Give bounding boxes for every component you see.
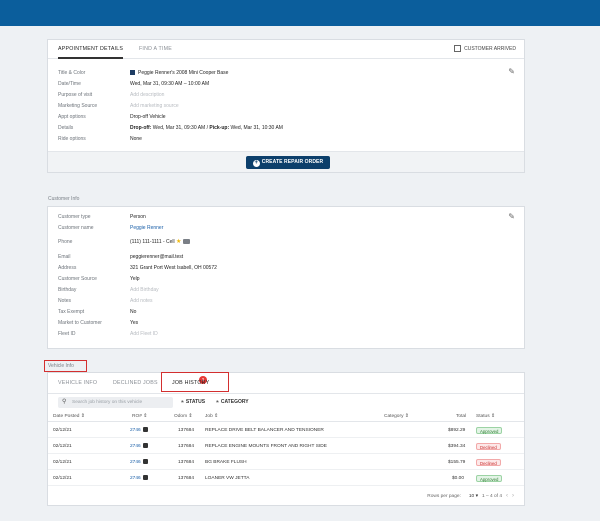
- vehicle-info-highlight: [44, 360, 87, 372]
- tab-appointment-details[interactable]: APPOINTMENT DETAILS: [58, 40, 124, 59]
- row-value[interactable]: Yes: [130, 319, 138, 328]
- row-value[interactable]: Person: [130, 213, 146, 222]
- col-job[interactable]: Job ⇕: [205, 411, 218, 422]
- job-history-highlight: [161, 372, 229, 392]
- message-icon[interactable]: [183, 239, 191, 244]
- row-value[interactable]: Yelp: [130, 275, 140, 284]
- appointment-card: APPOINTMENT DETAILS FIND A TIME CUSTOMER…: [47, 39, 525, 173]
- row-value[interactable]: (111) 111-1111 - Cell ★: [130, 238, 191, 247]
- row-label: Fleet ID: [58, 331, 76, 337]
- table-row[interactable]: 02/12/21 2746 137684 BG BRAKE FLUSH $155…: [48, 455, 524, 470]
- status-badge: Declined: [476, 443, 501, 450]
- search-icon: ⚲: [62, 399, 67, 405]
- row-value[interactable]: Peggie Renner's 2008 Mini Cooper Base: [130, 69, 228, 78]
- status-badge: Approved: [476, 427, 503, 434]
- row-label: Purpose of visit: [58, 92, 93, 98]
- table-pagination: Rows per page: 10 ▾ 1 – 4 of 4 ‹ ›: [423, 493, 514, 499]
- row-label: Birthday: [58, 287, 77, 293]
- table-row[interactable]: 02/12/21 2746 137684 REPLACE DRIVE BELT …: [48, 423, 524, 438]
- col-date-posted[interactable]: Date Posted ⇕: [53, 411, 85, 422]
- repair-order-icon: [142, 475, 148, 480]
- edit-customer-pencil-icon[interactable]: ✎: [508, 212, 515, 221]
- customer-name-link[interactable]: Peggie Renner: [130, 224, 163, 233]
- table-row[interactable]: 02/12/21 2746 137684 LOANER VW JETTA $0.…: [48, 471, 524, 486]
- plus-icon: +: [252, 160, 260, 167]
- col-total: Total: [456, 414, 467, 419]
- appointment-tabs: APPOINTMENT DETAILS FIND A TIME CUSTOMER…: [48, 40, 524, 59]
- rows-per-page-label: Rows per page:: [427, 493, 461, 499]
- tab-find-a-time[interactable]: FIND A TIME: [139, 40, 172, 59]
- filter-icon: ⩡: [216, 399, 219, 405]
- row-label: Title & Color: [58, 70, 86, 76]
- customer-card: ✎ Customer type Person Customer name Peg…: [47, 206, 525, 349]
- row-label: Ride options: [58, 136, 86, 142]
- status-filter-button[interactable]: ⩡ STATUS: [181, 397, 205, 408]
- filter-icon: ⩡: [181, 399, 184, 405]
- row-label: Customer Source: [58, 276, 97, 282]
- row-label: Phone: [58, 239, 73, 245]
- customer-arrived-checkbox[interactable]: CUSTOMER ARRIVED: [454, 45, 516, 52]
- status-badge: Approved: [476, 475, 503, 482]
- col-category[interactable]: Category ⇕: [384, 411, 409, 422]
- color-swatch-icon: [130, 70, 135, 75]
- create-repair-order-button[interactable]: + CREATE REPAIR ORDER: [246, 156, 330, 169]
- next-page-chevron-icon[interactable]: ›: [512, 493, 514, 499]
- top-app-bar: [0, 0, 600, 26]
- row-label: Appt options: [58, 114, 86, 120]
- row-value[interactable]: None: [130, 135, 142, 144]
- vehicle-card: VEHICLE INFO DECLINED JOBS 2 JOB HISTORY…: [47, 372, 525, 506]
- customer-info-title: Customer Info: [48, 196, 80, 202]
- row-label: Customer type: [58, 214, 91, 220]
- row-label: Details: [58, 125, 74, 131]
- col-ro[interactable]: RO# ⇕: [132, 411, 147, 422]
- col-status[interactable]: Status ⇕: [476, 411, 495, 422]
- repair-order-icon: [142, 443, 148, 448]
- row-label: Customer name: [58, 225, 94, 231]
- row-value[interactable]: Wed, Mar 31, 09:30 AM – 10:00 AM: [130, 80, 209, 89]
- row-label: Notes: [58, 298, 72, 304]
- row-label: Address: [58, 265, 77, 271]
- tab-declined-jobs[interactable]: DECLINED JOBS: [113, 373, 158, 394]
- row-label: Date/Time: [58, 81, 81, 87]
- prev-page-chevron-icon[interactable]: ‹: [506, 493, 508, 499]
- job-history-search-input[interactable]: ⚲ Search job history on this vehicle: [58, 397, 173, 408]
- row-value[interactable]: 321 Grant Port West Isabell, OH 00572: [130, 264, 217, 273]
- row-label: Market to Customer: [58, 320, 102, 326]
- rows-per-page-select[interactable]: 10 ▾: [465, 494, 478, 499]
- add-notes-field[interactable]: Add notes: [130, 297, 153, 306]
- row-value: Drop-off: Wed, Mar 31, 09:30 AM / Pick-u…: [130, 125, 283, 131]
- table-row[interactable]: 02/12/21 2746 137684 REPLACE ENGINE MOUN…: [48, 439, 524, 454]
- add-fleet-id-field[interactable]: Add Fleet ID: [130, 330, 158, 339]
- repair-order-icon: [142, 427, 148, 432]
- add-birthday-field[interactable]: Add Birthday: [130, 286, 159, 295]
- vehicle-tabs: VEHICLE INFO DECLINED JOBS 2 JOB HISTORY: [48, 373, 524, 394]
- row-label: Tax Exempt: [58, 309, 85, 315]
- category-filter-button[interactable]: ⩡ CATEGORY: [216, 397, 249, 408]
- job-history-table-header: Date Posted ⇕ RO# ⇕ Odom ⇕ Job ⇕ Categor…: [48, 411, 524, 422]
- row-value[interactable]: No: [130, 308, 136, 317]
- row-value[interactable]: Drop-off Vehicle: [130, 113, 165, 122]
- status-badge: Declined: [476, 459, 501, 466]
- pagination-range: 1 – 4 of 4: [481, 493, 502, 499]
- star-icon[interactable]: ★: [176, 239, 181, 245]
- add-description-field[interactable]: Add description: [130, 91, 164, 100]
- checkbox-icon[interactable]: [454, 45, 462, 52]
- col-odom[interactable]: Odom ⇕: [174, 411, 192, 422]
- tab-vehicle-info[interactable]: VEHICLE INFO: [58, 373, 97, 394]
- appointment-footer: + CREATE REPAIR ORDER: [48, 151, 524, 172]
- row-label: Marketing Source: [58, 103, 98, 109]
- customer-arrived-label: CUSTOMER ARRIVED: [464, 45, 516, 52]
- edit-appointment-pencil-icon[interactable]: ✎: [508, 67, 515, 76]
- row-value[interactable]: peggierenner@mail.test: [130, 253, 183, 262]
- row-label: Email: [58, 254, 71, 260]
- repair-order-icon: [142, 459, 148, 464]
- add-marketing-source-field[interactable]: Add marketing source: [130, 102, 179, 111]
